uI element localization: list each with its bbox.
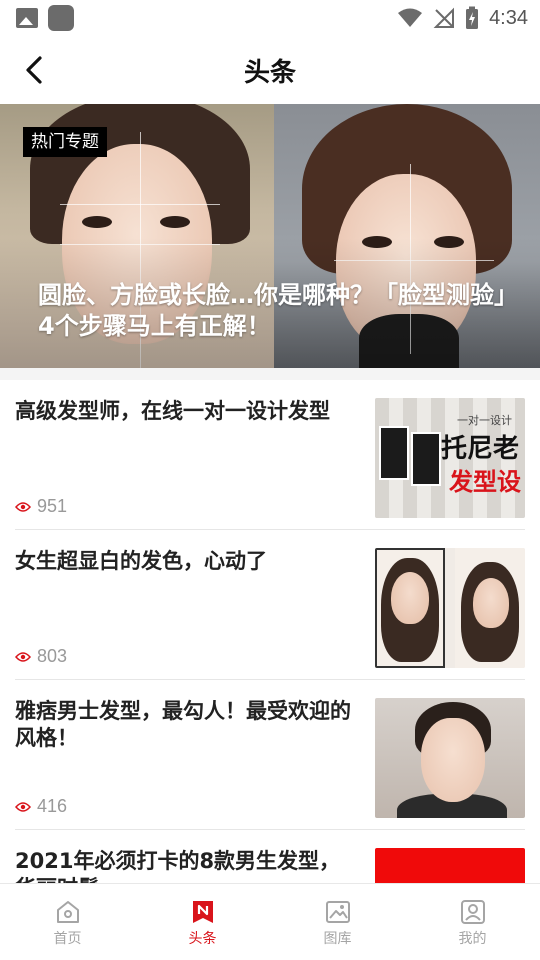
article-thumbnail xyxy=(375,698,525,818)
article-title: 高级发型师，在线一对一设计发型 xyxy=(15,399,330,423)
section-divider xyxy=(0,368,540,380)
news-icon xyxy=(192,900,213,923)
list-item[interactable]: 2021年必须打卡的8款男生发型，华丽时髦 xyxy=(15,830,525,883)
article-title: 2021年必须打卡的8款男生发型，华丽时髦 xyxy=(15,849,341,883)
featured-banner[interactable]: 热门专题 圆脸、方脸或长脸…你是哪种？「脸型测验」4个步骤马上有正解！ xyxy=(0,104,540,368)
nav-news[interactable]: 头条 xyxy=(135,884,270,960)
article-thumbnail: 一对一设计 托尼老 发型设 xyxy=(375,398,525,518)
nav-profile[interactable]: 我的 xyxy=(405,884,540,960)
eye-icon xyxy=(15,801,31,812)
bottom-navigation: 首页 头条 图库 我的 xyxy=(0,883,540,960)
profile-icon xyxy=(460,899,485,924)
view-count: 951 xyxy=(15,496,67,517)
article-list[interactable]: 高级发型师，在线一对一设计发型 951 一对一设计 托尼老 发型设 女生超显白的… xyxy=(0,380,540,883)
no-signal-icon xyxy=(433,7,455,28)
view-count: 416 xyxy=(15,796,67,817)
view-count: 803 xyxy=(15,646,67,667)
status-notifications xyxy=(16,5,74,31)
status-bar: 4:34 xyxy=(0,0,540,36)
battery-charging-icon xyxy=(466,6,479,29)
home-icon xyxy=(56,900,79,923)
app-notification-icon xyxy=(48,5,74,31)
chevron-left-icon xyxy=(26,56,42,84)
banner-tag: 热门专题 xyxy=(23,127,107,157)
back-button[interactable] xyxy=(18,54,50,86)
eye-icon xyxy=(15,651,31,662)
list-item[interactable]: 女生超显白的发色，心动了 803 xyxy=(15,530,525,680)
article-thumbnail xyxy=(375,548,525,668)
banner-title: 圆脸、方脸或长脸…你是哪种？「脸型测验」4个步骤马上有正解！ xyxy=(38,281,506,340)
wifi-icon xyxy=(398,8,423,27)
eye-icon xyxy=(15,501,31,512)
page-title: 头条 xyxy=(243,57,296,88)
nav-gallery[interactable]: 图库 xyxy=(270,884,405,960)
clock: 4:34 xyxy=(489,6,528,29)
nav-home[interactable]: 首页 xyxy=(0,884,135,960)
article-thumbnail xyxy=(375,848,525,883)
gallery-icon xyxy=(325,900,350,923)
article-title: 女生超显白的发色，心动了 xyxy=(15,549,267,573)
article-title: 雅痞男士发型，最勾人！最受欢迎的风格！ xyxy=(15,699,351,750)
image-notification-icon xyxy=(16,8,38,28)
app-header: 头条 xyxy=(0,36,540,104)
list-item[interactable]: 高级发型师，在线一对一设计发型 951 一对一设计 托尼老 发型设 xyxy=(15,380,525,530)
list-item[interactable]: 雅痞男士发型，最勾人！最受欢迎的风格！ 416 xyxy=(15,680,525,830)
status-indicators: 4:34 xyxy=(397,6,528,30)
